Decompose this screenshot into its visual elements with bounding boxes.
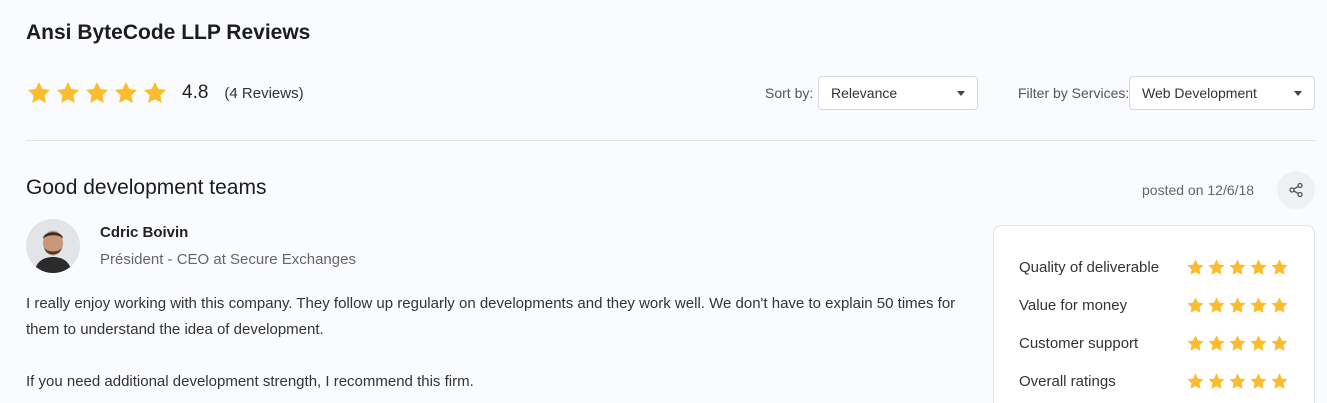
- star-icon: [1250, 258, 1267, 275]
- filter-services-select[interactable]: Web Development: [1129, 76, 1315, 110]
- review-title: Good development teams: [26, 176, 267, 199]
- star-icon: [1271, 372, 1288, 389]
- share-button[interactable]: [1277, 171, 1315, 209]
- star-icon: [1187, 258, 1204, 275]
- star-icon: [1250, 296, 1267, 313]
- rating-stars: [1186, 334, 1289, 353]
- rating-stars: [1186, 258, 1289, 277]
- star-icon: [1229, 296, 1246, 313]
- sort-selected-value: Relevance: [831, 85, 898, 101]
- posted-date: posted on 12/6/18: [1142, 182, 1255, 198]
- sort-select[interactable]: Relevance: [818, 76, 978, 110]
- ratings-card: Quality of deliverable Value for money C…: [993, 225, 1315, 403]
- sort-label: Sort by:: [765, 85, 814, 101]
- star-icon: [27, 81, 51, 103]
- star-icon: [143, 81, 167, 103]
- filter-selected-value: Web Development: [1142, 85, 1257, 101]
- star-icon: [1250, 372, 1267, 389]
- star-icon: [85, 81, 109, 103]
- star-icon: [1271, 334, 1288, 351]
- star-icon: [56, 81, 80, 103]
- star-icon: [1271, 258, 1288, 275]
- rating-label: Value for money: [1019, 296, 1128, 314]
- star-icon: [1229, 372, 1246, 389]
- review-body: I really enjoy working with this company…: [26, 291, 971, 395]
- star-icon: [1271, 296, 1288, 313]
- rating-row-quality: Quality of deliverable: [1019, 248, 1289, 286]
- rating-row-value: Value for money: [1019, 286, 1289, 324]
- star-icon: [1187, 296, 1204, 313]
- rating-score: 4.8: [182, 82, 209, 103]
- rating-stars: [1186, 372, 1289, 391]
- star-icon: [1187, 334, 1204, 351]
- rating-label: Quality of deliverable: [1019, 258, 1160, 276]
- overall-stars: [26, 80, 168, 106]
- star-icon: [114, 81, 138, 103]
- rating-row-overall: Overall ratings: [1019, 362, 1289, 400]
- star-icon: [1208, 334, 1225, 351]
- reviewer-role: Président - CEO at Secure Exchanges: [100, 251, 356, 268]
- star-icon: [1208, 372, 1225, 389]
- rating-summary: 4.8 (4 Reviews): [26, 80, 304, 106]
- avatar: [26, 219, 80, 273]
- chevron-down-icon: [1294, 91, 1302, 96]
- star-icon: [1229, 258, 1246, 275]
- rating-row-support: Customer support: [1019, 324, 1289, 362]
- review-count: (4 Reviews): [224, 84, 304, 102]
- divider: [26, 140, 1316, 141]
- rating-stars: [1186, 296, 1289, 315]
- page-title: Ansi ByteCode LLP Reviews: [26, 21, 311, 44]
- rating-label: Customer support: [1019, 334, 1139, 352]
- chevron-down-icon: [957, 91, 965, 96]
- star-icon: [1208, 258, 1225, 275]
- review-paragraph: If you need additional development stren…: [26, 373, 474, 390]
- review-paragraph: I really enjoy working with this company…: [26, 295, 956, 338]
- star-icon: [1229, 334, 1246, 351]
- share-icon: [1289, 182, 1303, 198]
- rating-label: Overall ratings: [1019, 372, 1116, 390]
- star-icon: [1250, 334, 1267, 351]
- reviewer-name: Cdric Boivin: [100, 224, 189, 241]
- star-icon: [1187, 372, 1204, 389]
- filter-label: Filter by Services:: [1018, 85, 1130, 101]
- star-icon: [1208, 296, 1225, 313]
